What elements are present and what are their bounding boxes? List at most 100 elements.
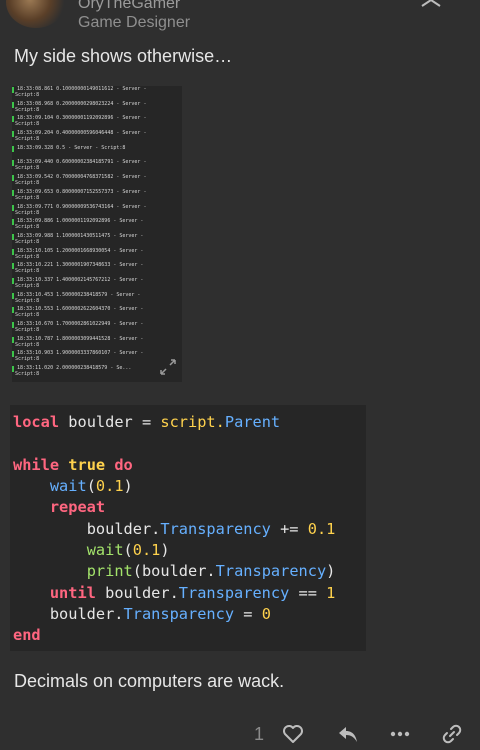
log-level-bar [12,307,14,314]
log-value: 0.40000000596046448 [56,130,114,137]
code-object: boulder. [49,605,124,623]
log-source: - Server - [113,174,147,181]
log-source: - Server - [110,335,144,342]
reply-icon[interactable] [336,722,360,746]
log-level-bar [12,204,14,211]
log-value: 2.000000238418579 [56,365,108,372]
code-number: 0.1 [95,477,124,495]
log-source: - Server - [110,306,144,313]
log-time: 18:33:10.787 [17,335,54,342]
log-value: 1.4000002145767212 [56,276,111,283]
code-line-9: boulder.Transparency = 0 [13,604,271,625]
log-script-ref: Script:8 [15,268,40,275]
console-log-entry: 18:33:09.988 1.1000001430511475 - Server… [12,233,182,248]
console-log-entry: 18:33:09.440 0.60000002384185791 - Serve… [12,159,182,174]
console-output-image[interactable]: 18:33:08.861 0.10000000149011612 - Serve… [12,86,182,382]
log-source: - Server - [110,218,144,225]
log-value: 0.5 [56,144,66,151]
log-script-ref: Script:8 [15,209,40,216]
log-source: - Server - [113,115,147,122]
log-value: 1.0000001192092896 [56,218,111,225]
console-log-entry: 18:33:10.221 1.3000001907348633 - Server… [12,262,182,277]
console-log-entry: 18:33:09.886 1.0000001192092896 - Server… [12,218,182,233]
console-log-entry: 18:33:08.861 0.10000000149011612 - Serve… [12,86,182,101]
log-script-ref: Script:8 [15,238,40,245]
log-level-bar [12,263,14,270]
log-level-bar [12,366,14,373]
log-time: 18:33:09.988 [17,232,54,239]
code-text: boulder [59,413,142,431]
code-keyword: while [13,456,60,474]
log-script-ref: Script:8 [15,194,40,201]
code-property: Transparency [215,562,327,580]
console-log-entry: 18:33:10.787 1.8000003099441528 - Server… [12,336,182,351]
log-level-bar [12,322,14,328]
log-value: 0.30000001192092896 [56,115,114,122]
log-script-ref: Script:8 [15,180,40,187]
console-log-entry: 18:33:09.104 0.30000001192092896 - Serve… [12,115,182,130]
post-menu-icon[interactable] [420,0,442,8]
log-value: 0.80000007152557373 [56,188,114,195]
log-level-bar [12,248,14,255]
log-value: 0.10000000149011612 [56,86,114,92]
more-icon[interactable] [388,722,412,746]
log-source: - Server - [113,130,147,137]
log-value: 0.60000002384185791 [56,159,114,166]
log-time: 18:33:10.453 [17,291,54,298]
code-number: 0.1 [132,541,161,559]
log-script-ref: Script:8 [15,121,40,128]
console-log-list: 18:33:08.861 0.10000000149011612 - Serve… [12,86,182,380]
log-level-bar [12,233,14,240]
log-script-ref: Script:8 [15,282,40,289]
expand-icon[interactable] [159,358,177,376]
log-script-ref: Script:8 [15,371,40,378]
post-text-top: My side shows otherwise… [14,46,233,66]
code-line-10: end [13,625,41,646]
post-text-bottom: Decimals on computers are wack. [14,671,285,691]
log-level-bar [12,175,14,182]
log-source: - Server - [113,203,147,210]
code-property: Transparency [123,605,235,623]
code-line-3: wait(0.1) [49,477,133,495]
log-script-ref: Script:8 [15,356,40,363]
console-log-entry: 18:33:10.105 1.2000001668930054 - Server… [12,248,182,263]
log-script-ref: Script:8 [15,253,40,260]
code-keyword: do [114,456,133,474]
console-log-entry: 18:33:08.968 0.20000000298023224 - Serve… [12,101,182,116]
code-line-8: until boulder.Transparency == 1 [13,583,336,604]
log-script-ref: Script:8 [15,92,40,98]
log-time: 18:33:08.968 [17,100,54,107]
log-source: - Server - [107,291,141,298]
post-actions: 1 [0,716,480,750]
log-value: 1.3000001907348633 [56,262,111,269]
avatar[interactable] [6,0,66,28]
code-operator: = [234,605,262,623]
console-log-entry: 18:33:10.553 1.6000002622604370 - Server… [12,306,182,321]
log-script-ref: Script:8 [15,312,40,319]
console-log-entry: 18:33:09.542 0.70000004768371582 - Serve… [12,174,182,189]
code-keyword: end [13,626,41,644]
log-script-ref: Script:8 [15,106,40,113]
code-function: wait [49,477,87,495]
log-source: - Se... [107,365,132,372]
heart-icon[interactable] [281,722,305,746]
code-line-1: local boulder = script.Parent [13,412,280,433]
log-level-bar [12,351,14,358]
log-level-bar [12,87,14,93]
log-value: 1.9000003337860107 [56,350,111,357]
link-icon[interactable] [440,722,464,746]
log-script-ref: Script:8 [15,327,40,333]
console-log-entry: 18:33:09.204 0.40000000596046448 - Serve… [12,130,182,145]
post-header: OryTheGamer Game Designer [0,0,480,34]
console-log-entry: 18:33:10.670 1.7000002861022949 - Server… [12,321,182,336]
log-time: 18:33:09.653 [17,188,54,195]
log-script-ref: Script:8 [15,224,40,231]
code-keyword: repeat [49,498,106,516]
author-title: Game Designer [78,14,191,31]
log-source: - Server - [113,86,147,92]
log-level-bar [12,145,14,152]
code-line-7: print(boulder.Transparency) [86,562,336,580]
code-object: boulder. [141,562,216,580]
code-operator: += [270,520,308,538]
author-name[interactable]: OryTheGamer [78,0,180,12]
